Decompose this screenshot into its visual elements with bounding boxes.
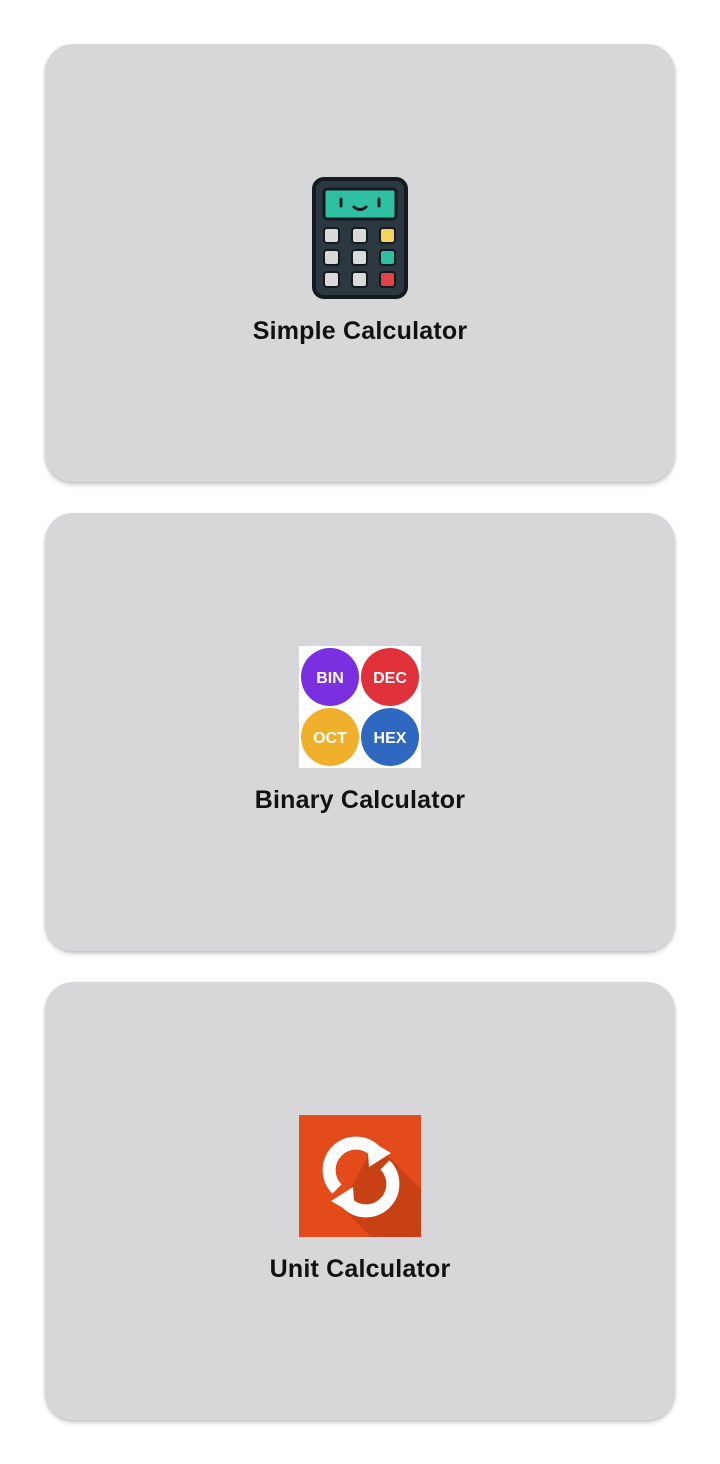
binary-calculator-label: Binary Calculator [254, 786, 466, 814]
app-root: Simple Calculator BIN DEC OCT HEX Binary… [0, 0, 720, 1464]
bin-badge-label: BIN [316, 670, 344, 687]
unit-calculator-label: Unit Calculator [269, 1255, 451, 1283]
binary-calculator-card[interactable]: BIN DEC OCT HEX Binary Calculator [45, 513, 675, 951]
hex-badge-label: HEX [374, 730, 407, 747]
unit-calculator-card[interactable]: Unit Calculator [45, 982, 675, 1420]
simple-calculator-label: Simple Calculator [252, 317, 468, 345]
dec-badge-label: DEC [373, 670, 407, 687]
calculator-icon [299, 177, 421, 299]
simple-calculator-card[interactable]: Simple Calculator [45, 44, 675, 482]
oct-badge-label: OCT [313, 730, 347, 747]
number-systems-icon: BIN DEC OCT HEX [299, 646, 421, 768]
unit-convert-icon [299, 1115, 421, 1237]
